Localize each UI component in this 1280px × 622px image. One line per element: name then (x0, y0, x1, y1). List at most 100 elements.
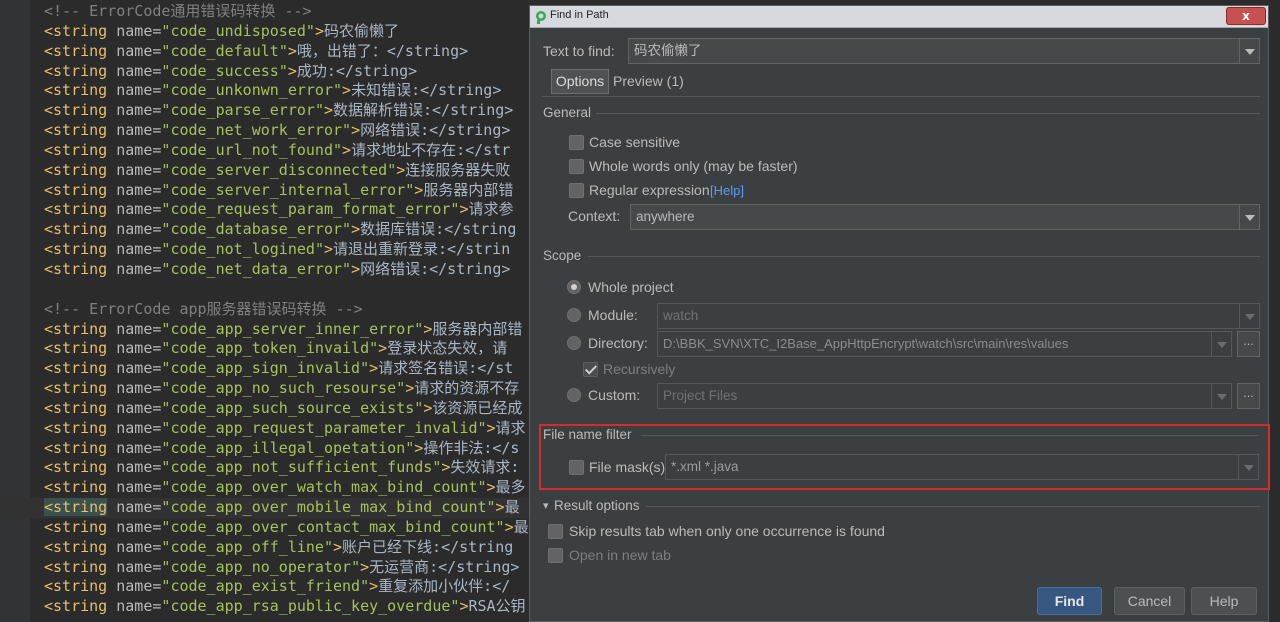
code-attr: name= (107, 557, 162, 576)
dialog-title: Find in Path (550, 9, 609, 21)
code-tag: <string (44, 121, 108, 140)
code-tag: <string (44, 597, 108, 616)
cancel-button[interactable]: Cancel (1114, 587, 1185, 615)
chevron-down-icon[interactable] (1239, 304, 1259, 328)
directory-radio[interactable] (567, 336, 581, 350)
code-attr-value: code_parse_error (170, 101, 315, 120)
code-text: 成功:</string> (296, 61, 418, 80)
code-line: <string name="code_undisposed">码农偷懒了 (44, 22, 560, 42)
close-button[interactable]: x (1226, 7, 1266, 25)
code-tag: > (495, 498, 505, 517)
chevron-down-icon[interactable] (1211, 384, 1231, 408)
custom-value: Project Files (663, 388, 738, 403)
dialog-titlebar[interactable]: Find in Path x (530, 6, 1268, 28)
code-attr-value: code_app_no_operator (170, 557, 352, 576)
triangle-down-icon[interactable]: ▾ (543, 499, 549, 512)
code-text: 服务器内部错 (432, 319, 523, 338)
help-button[interactable]: Help (1191, 587, 1257, 615)
regex-checkbox[interactable] (569, 183, 584, 198)
custom-label: Custom: (588, 387, 641, 403)
code-attr: name= (107, 61, 162, 80)
whole-words-checkbox[interactable] (569, 159, 584, 174)
chevron-down-icon[interactable] (1239, 205, 1259, 229)
code-tag: > (314, 21, 324, 40)
code-tag: <string (44, 359, 108, 378)
chevron-down-icon[interactable] (1211, 332, 1231, 356)
custom-select[interactable]: Project Files (657, 383, 1232, 409)
code-line: <string name="code_app_token_invaild">登录… (44, 339, 560, 359)
context-value: anywhere (636, 209, 695, 224)
code-tag: > (486, 418, 496, 437)
code-text: 码农偷懒了 (323, 21, 399, 40)
code-tag: <string (44, 101, 108, 120)
code-quote: " (405, 438, 415, 457)
text-to-find-label: Text to find: (543, 43, 615, 59)
regex-help-link[interactable]: [Help] (710, 183, 744, 198)
code-tag: > (423, 398, 433, 417)
module-select[interactable]: watch (657, 303, 1260, 329)
tab-options[interactable]: Options (551, 69, 609, 94)
code-tag: <string (44, 140, 108, 159)
code-tag: <string (44, 498, 108, 517)
recursively-checkbox[interactable] (583, 362, 598, 377)
skip-results-checkbox[interactable] (548, 524, 563, 539)
code-attr-value: code_app_over_watch_max_bind_count (170, 478, 478, 497)
code-line: <string name="code_net_data_error">网络错误:… (44, 260, 560, 280)
code-tag: <string (44, 319, 108, 338)
open-new-tab-checkbox[interactable] (548, 548, 563, 563)
tab-preview[interactable]: Preview (1) (613, 69, 684, 94)
directory-value: D:\BBK_SVN\XTC_I2Base_AppHttpEncrypt\wat… (663, 336, 1069, 351)
case-sensitive-checkbox[interactable] (569, 135, 584, 150)
code-tag: > (396, 160, 406, 179)
whole-project-radio[interactable] (567, 280, 581, 294)
recursively-label: Recursively (603, 361, 676, 377)
code-attr-value: code_default (170, 41, 279, 60)
code-quote: " (342, 220, 352, 239)
code-attr-value: code_app_off_line (170, 537, 324, 556)
chevron-down-icon[interactable] (1239, 39, 1259, 63)
code-quote: " (360, 359, 370, 378)
code-tag: <string (44, 438, 108, 457)
regex-label: Regular expression (589, 182, 710, 198)
code-attr: name= (107, 180, 162, 199)
code-tag: <string (44, 180, 108, 199)
editor-gutter (0, 0, 30, 622)
open-new-tab-label: Open in new tab (569, 547, 671, 563)
file-mask-select[interactable]: *.xml *.java (665, 454, 1259, 480)
code-text: 最 (513, 517, 529, 536)
code-attr-value: code_success (170, 61, 279, 80)
code-text: 请退出重新登录:</strin (333, 240, 511, 259)
context-label: Context: (568, 208, 621, 224)
code-area[interactable]: <!-- ErrorCode通用错误码转换 --> <string name="c… (0, 2, 560, 617)
chevron-down-icon[interactable] (1238, 455, 1258, 479)
code-quote: " (351, 557, 361, 576)
find-button[interactable]: Find (1037, 587, 1102, 615)
code-tag: > (287, 61, 297, 80)
code-attr-value: code_app_server_inner_error (170, 319, 415, 338)
text-to-find-input[interactable]: 码农偷懒了 (628, 38, 1260, 64)
code-attr-value: code_app_over_mobile_max_bind_count (170, 498, 487, 517)
file-mask-checkbox[interactable] (569, 460, 584, 475)
code-tag: <string (44, 537, 108, 556)
directory-browse-button[interactable]: ... (1237, 331, 1260, 357)
directory-select[interactable]: D:\BBK_SVN\XTC_I2Base_AppHttpEncrypt\wat… (657, 331, 1232, 357)
file-mask-value: *.xml *.java (671, 459, 739, 474)
code-attr: name= (107, 240, 162, 259)
custom-radio[interactable] (567, 388, 581, 402)
custom-browse-button[interactable]: ... (1237, 383, 1260, 409)
code-line: <string name="code_not_logined">请退出重新登录:… (44, 240, 560, 260)
case-sensitive-label: Case sensitive (589, 134, 681, 150)
code-tag: <string (44, 259, 108, 278)
code-quote: " (342, 121, 352, 140)
code-line: <string name= "code_app_server_inner_erro… (44, 320, 560, 340)
code-tag: <string (44, 200, 108, 219)
context-select[interactable]: anywhere (630, 204, 1260, 230)
code-line: <string name="code_app_rsa_public_key_ov… (44, 597, 560, 617)
module-radio[interactable] (567, 308, 581, 322)
code-attr: name= (107, 478, 162, 497)
code-attr: name= (107, 438, 162, 457)
result-options-heading[interactable]: Result options (554, 498, 640, 513)
code-attr-value: code_request_param_format_error (170, 200, 451, 219)
code-tag: > (351, 121, 361, 140)
code-tag: <string (44, 478, 108, 497)
